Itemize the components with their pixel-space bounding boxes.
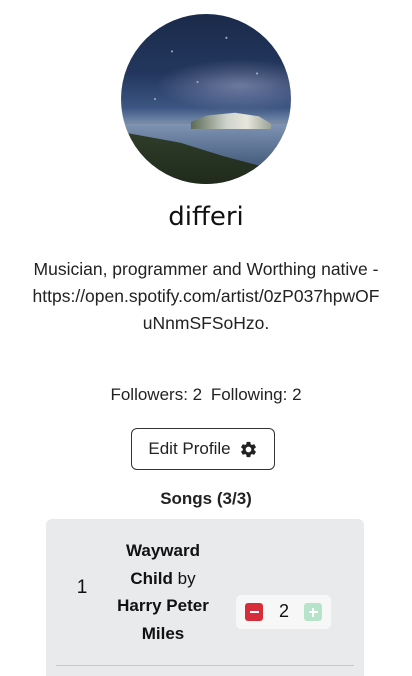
edit-profile-label: Edit Profile: [148, 439, 231, 458]
song-info: Wayward Child by Harry Peter Miles: [108, 537, 218, 647]
avatar-cliff: [191, 112, 271, 129]
profile-avatar: [121, 14, 291, 184]
song-artist[interactable]: Harry Peter Miles: [117, 596, 209, 643]
gear-icon: [240, 441, 256, 457]
minus-icon: [249, 610, 259, 614]
row-divider: [56, 665, 354, 666]
follow-stats: Followers: 2 Following: 2: [0, 385, 412, 405]
upvote-button[interactable]: [304, 603, 322, 621]
following-count[interactable]: Following: 2: [211, 385, 302, 404]
profile-bio: Musician, programmer and Worthing native…: [32, 259, 380, 333]
vote-count: 2: [278, 601, 289, 621]
song-list: 1 Wayward Child by Harry Peter Miles 2: [46, 519, 364, 676]
edit-profile-button[interactable]: Edit Profile: [131, 428, 275, 470]
profile-username: differi: [168, 202, 244, 232]
followers-count[interactable]: Followers: 2: [110, 385, 202, 404]
songs-heading: Songs (3/3): [160, 489, 252, 508]
song-by-label: by: [177, 568, 196, 588]
vote-control: 2: [236, 595, 331, 629]
plus-icon-vertical: [311, 607, 315, 617]
downvote-button[interactable]: [245, 603, 263, 621]
song-row: 1 Wayward Child by Harry Peter Miles 2: [46, 537, 364, 647]
song-rank: 1: [76, 577, 88, 598]
